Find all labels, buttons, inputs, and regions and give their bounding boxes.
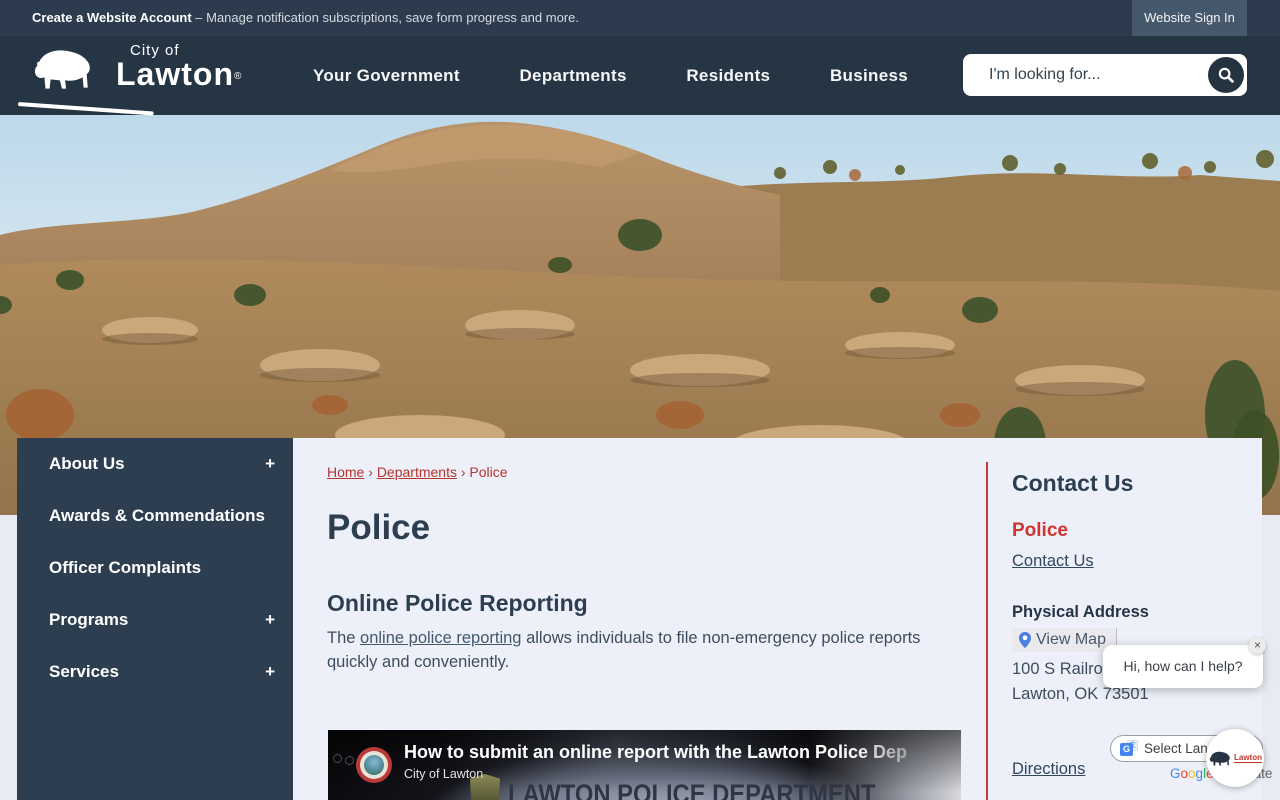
youtube-video-embed[interactable]: LAWTON POLICE DEPARTMENT How to submit a…	[328, 730, 961, 800]
account-promo-rest: – Manage notification subscriptions, sav…	[195, 10, 579, 25]
sidebar-item-services[interactable]: Services +	[17, 646, 293, 698]
main-nav: Your Government Departments Residents Bu…	[313, 36, 908, 115]
breadcrumb-separator: ›	[460, 464, 466, 480]
expand-plus-icon[interactable]: +	[265, 453, 275, 475]
bison-icon	[34, 50, 90, 89]
search-icon	[1218, 67, 1234, 83]
page-title: Police	[327, 508, 431, 547]
nav-residents[interactable]: Residents	[686, 66, 770, 86]
video-banner-text: LAWTON POLICE DEPARTMENT	[508, 778, 876, 800]
chat-bubble-close-icon[interactable]: ×	[1249, 637, 1266, 654]
nav-your-government[interactable]: Your Government	[313, 66, 460, 86]
brand-letter: g	[1195, 766, 1204, 781]
sidebar-item-officer-complaints[interactable]: Officer Complaints	[17, 542, 293, 594]
sidebar-item-awards-commendations[interactable]: Awards & Commendations	[17, 490, 293, 542]
breadcrumb: Home › Departments › Police	[327, 464, 508, 480]
video-frame-content: LAWTON POLICE DEPARTMENT	[470, 774, 926, 800]
intro-paragraph: The online police reporting allows indiv…	[327, 626, 927, 674]
seal-core	[364, 755, 384, 775]
view-map-button[interactable]: View Map	[1012, 628, 1117, 652]
city-seal-avatar	[356, 747, 392, 783]
page: Create a Website Account – Manage notifi…	[0, 0, 1280, 800]
logo-registered-mark: ®	[233, 71, 242, 82]
contact-department: Police	[1012, 520, 1068, 541]
search-button[interactable]	[1208, 57, 1244, 93]
video-title[interactable]: How to submit an online report with the …	[404, 742, 952, 763]
chat-launcher-label: Lawton	[1234, 753, 1262, 763]
chat-greeting-bubble[interactable]: Hi, how can I help?	[1103, 645, 1263, 688]
city-of-lawton-logo[interactable]: City of Lawton®	[17, 40, 260, 124]
contact-us-heading: Contact Us	[1012, 470, 1134, 496]
logo-name: Lawton	[116, 56, 234, 92]
expand-plus-icon[interactable]: +	[265, 609, 275, 631]
logo-ground-line	[17, 102, 154, 116]
video-blur-dot	[333, 754, 342, 763]
online-police-reporting-link[interactable]: online police reporting	[360, 629, 521, 647]
site-search	[963, 54, 1247, 96]
video-channel[interactable]: City of Lawton	[404, 767, 483, 781]
sidebar-item-label: Services	[49, 662, 119, 681]
breadcrumb-departments-link[interactable]: Departments	[377, 464, 457, 480]
website-sign-in-button[interactable]: Website Sign In	[1132, 0, 1247, 36]
brand-letter: o	[1180, 766, 1189, 781]
brand-letter: o	[1188, 766, 1196, 781]
breadcrumb-current: Police	[469, 464, 508, 480]
brand-letter: G	[1170, 766, 1181, 781]
section-heading: Online Police Reporting	[327, 590, 588, 616]
sidebar-item-label: Awards & Commendations	[49, 506, 266, 525]
nav-departments[interactable]: Departments	[519, 66, 626, 86]
expand-plus-icon[interactable]: +	[265, 661, 275, 683]
sidebar-item-about-us[interactable]: About Us +	[17, 438, 293, 490]
create-account-link[interactable]: Create a Website Account	[32, 10, 192, 25]
translate-g-glyph: G	[1120, 742, 1133, 756]
breadcrumb-home-link[interactable]: Home	[327, 464, 364, 480]
para-text: The	[327, 629, 361, 647]
search-input[interactable]	[963, 66, 1183, 84]
address-line-1: 100 S Railro	[1012, 660, 1103, 678]
logo-text: City of Lawton®	[116, 42, 241, 90]
nav-business[interactable]: Business	[830, 66, 908, 86]
video-blur-dot	[345, 756, 354, 765]
view-map-label: View Map	[1036, 631, 1106, 648]
chat-launcher-button[interactable]: Lawton	[1206, 729, 1264, 787]
sidebar-item-label: Officer Complaints	[49, 558, 202, 577]
department-sidebar-menu: About Us + Awards & Commendations Office…	[17, 438, 293, 800]
sidebar-item-programs[interactable]: Programs +	[17, 594, 293, 646]
top-utility-bar: Create a Website Account – Manage notifi…	[0, 0, 1280, 36]
breadcrumb-separator: ›	[368, 464, 373, 480]
physical-address-label: Physical Address	[1012, 603, 1149, 621]
map-pin-icon	[1019, 632, 1031, 648]
bison-icon	[1209, 751, 1230, 766]
account-promo-text: Create a Website Account – Manage notifi…	[32, 0, 579, 36]
content-divider	[986, 462, 988, 800]
sidebar-item-label: Programs	[49, 610, 129, 629]
contact-us-link[interactable]: Contact Us	[1012, 552, 1094, 571]
google-translate-icon: 文 G	[1120, 739, 1138, 758]
directions-link[interactable]: Directions	[1012, 760, 1085, 779]
sidebar-item-label: About Us	[49, 454, 125, 473]
